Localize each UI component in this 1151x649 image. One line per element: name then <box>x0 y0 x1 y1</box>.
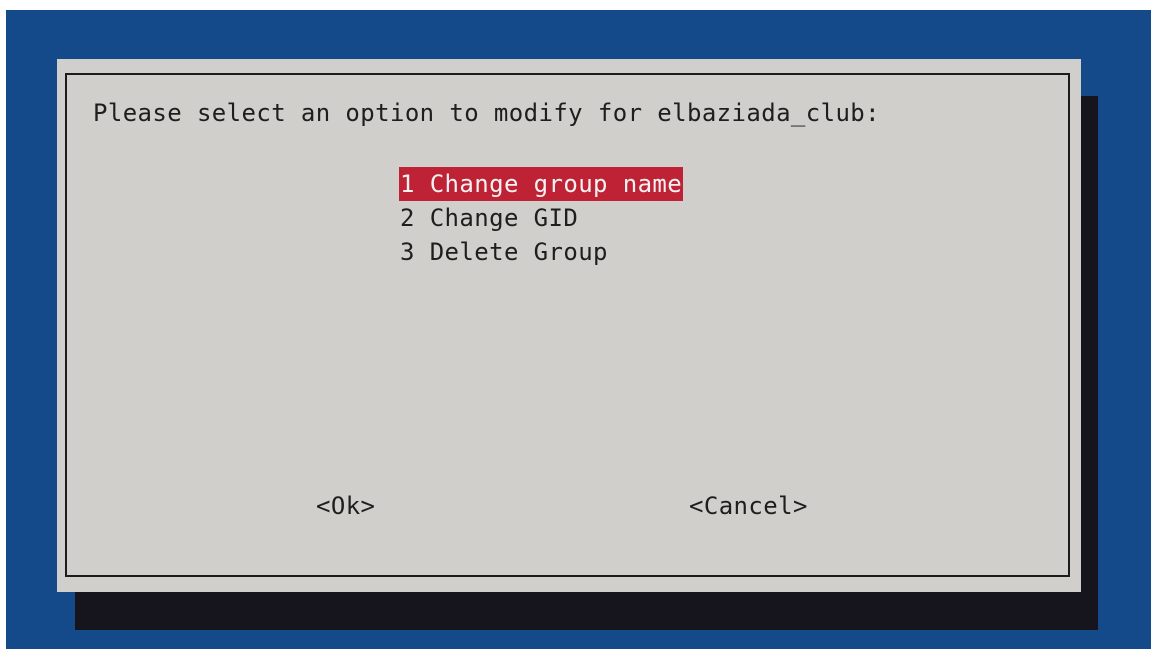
cancel-button[interactable]: <Cancel> <box>689 489 808 523</box>
ok-button[interactable]: <Ok> <box>316 489 375 523</box>
dialog-prompt: Please select an option to modify for el… <box>93 99 881 127</box>
menu-item-change-group-name[interactable]: 1 Change group name <box>399 167 684 201</box>
menu-item-delete-group[interactable]: 3 Delete Group <box>399 235 683 269</box>
menu-item-change-gid[interactable]: 2 Change GID <box>399 201 683 235</box>
menu-dialog: Please select an option to modify for el… <box>57 59 1081 592</box>
dialog-frame <box>65 73 1070 577</box>
option-menu: 1 Change group name 2 Change GID 3 Delet… <box>399 167 684 269</box>
